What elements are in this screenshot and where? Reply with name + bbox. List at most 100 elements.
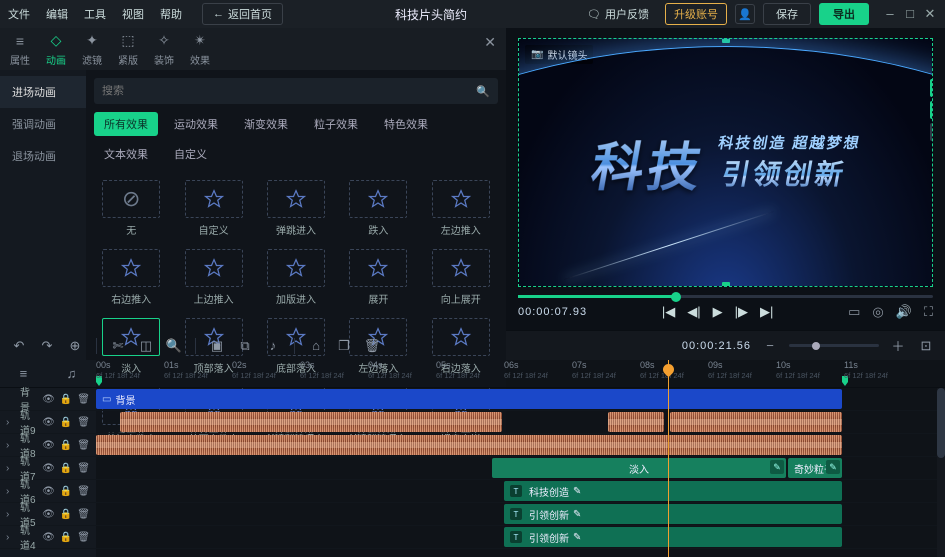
export-button[interactable]: 导出: [819, 3, 869, 25]
prev-keyframe-icon[interactable]: |◀: [662, 304, 675, 320]
filter-所有效果[interactable]: 所有效果: [94, 112, 158, 136]
maximize-icon[interactable]: □: [903, 6, 917, 22]
track-轨道6[interactable]: 科技创造✎: [96, 480, 945, 503]
tab-装饰[interactable]: ✧装饰: [150, 28, 178, 71]
zoom-out-icon[interactable]: −: [761, 337, 779, 355]
panel-close-icon[interactable]: ✕: [484, 34, 496, 51]
expand-icon[interactable]: ›: [6, 509, 14, 520]
effect-自定义[interactable]: 自定义: [176, 178, 250, 239]
volume-icon[interactable]: 🔊: [896, 304, 912, 320]
upgrade-button[interactable]: 升级账号: [665, 3, 727, 25]
clip-edit-icon[interactable]: ✎: [826, 460, 840, 474]
zoom-icon[interactable]: 🔍: [165, 337, 183, 355]
snapshot-icon[interactable]: ◎: [872, 304, 883, 320]
timeline-body[interactable]: 00s6f 12f 18f 24f01s6f 12f 18f 24f02s6f …: [96, 360, 945, 557]
clip-edit-icon[interactable]: ✎: [573, 486, 581, 497]
visibility-icon[interactable]: 👁: [42, 486, 55, 497]
visibility-icon[interactable]: 👁: [42, 417, 55, 428]
lock-icon[interactable]: 🔒: [60, 440, 72, 451]
filter-文本效果[interactable]: 文本效果: [94, 142, 158, 166]
effect-左边推入[interactable]: 左边推入: [424, 178, 498, 239]
filter-自定义[interactable]: 自定义: [164, 142, 217, 166]
menu-视图[interactable]: 视图: [122, 6, 144, 22]
filter-特色效果[interactable]: 特色效果: [374, 112, 438, 136]
effect-加版进入[interactable]: 加版进入: [259, 247, 333, 308]
redo-icon[interactable]: ↷: [38, 337, 56, 355]
menu-帮助[interactable]: 帮助: [160, 6, 182, 22]
expand-icon[interactable]: ›: [6, 463, 14, 474]
next-keyframe-icon[interactable]: ▶|: [760, 304, 773, 320]
delete-track-icon[interactable]: 🗑: [77, 463, 90, 474]
expand-icon[interactable]: ›: [6, 417, 14, 428]
fullscreen-icon[interactable]: ⛶: [924, 304, 933, 320]
clip[interactable]: [670, 412, 842, 432]
delete-track-icon[interactable]: 🗑: [77, 440, 90, 451]
close-icon[interactable]: ✕: [923, 6, 937, 22]
lock-tool-icon[interactable]: ⌂: [307, 337, 325, 355]
track-背景[interactable]: 背景: [96, 388, 945, 411]
resize-handle-top[interactable]: [722, 38, 730, 43]
copy-icon[interactable]: ❐: [335, 337, 353, 355]
effect-跌入[interactable]: 跌入: [341, 178, 415, 239]
target-icon[interactable]: ⊕: [66, 337, 84, 355]
sidenav-进场动画[interactable]: 进场动画: [0, 76, 86, 108]
filter-粒子效果[interactable]: 粒子效果: [304, 112, 368, 136]
delete-track-icon[interactable]: 🗑: [77, 417, 90, 428]
scrubber[interactable]: [518, 295, 933, 298]
lock-icon[interactable]: 🔒: [60, 532, 72, 543]
track-轨道8[interactable]: [96, 434, 945, 457]
audio-tool-icon[interactable]: ♪: [264, 337, 282, 355]
effect-无[interactable]: ⊘无: [94, 178, 168, 239]
expand-icon[interactable]: ›: [6, 532, 14, 543]
feedback-button[interactable]: 🗨用户反馈: [579, 4, 657, 24]
track-轨道9[interactable]: [96, 411, 945, 434]
clip[interactable]: 淡入✎: [492, 458, 786, 478]
lock-icon[interactable]: 🔒: [60, 394, 72, 405]
preview-viewport[interactable]: 📷默认镜头 ◧ ✎ 🔒 科技 科技创造 超越梦想 引领创新: [518, 38, 933, 287]
menu-文件[interactable]: 文件: [8, 6, 30, 22]
tab-紧版[interactable]: ⬚紧版: [114, 28, 142, 71]
cut-icon[interactable]: ✄: [109, 337, 127, 355]
visibility-icon[interactable]: 👁: [42, 532, 55, 543]
zoom-in-icon[interactable]: ＋: [889, 337, 907, 355]
aspect-icon[interactable]: ▭: [848, 304, 860, 320]
delete-track-icon[interactable]: 🗑: [77, 486, 90, 497]
effect-右边推入[interactable]: 右边推入: [94, 247, 168, 308]
play-icon[interactable]: ▶: [713, 304, 723, 320]
visibility-icon[interactable]: 👁: [42, 463, 55, 474]
clip-edit-icon[interactable]: ✎: [573, 509, 581, 520]
tab-滤镜[interactable]: ✦滤镜: [78, 28, 106, 71]
clip[interactable]: 引领创新✎: [504, 527, 842, 547]
lock-icon[interactable]: 🔒: [60, 486, 72, 497]
fit-icon[interactable]: ⊡: [917, 337, 935, 355]
track-settings-icon[interactable]: ≡: [20, 366, 28, 381]
effect-向上展开[interactable]: 向上展开: [424, 247, 498, 308]
track-轨道7[interactable]: 淡入✎奇妙粒子✎: [96, 457, 945, 480]
delete-icon[interactable]: 🗑: [363, 337, 381, 355]
lock-icon[interactable]: 🔒: [60, 509, 72, 520]
delete-track-icon[interactable]: 🗑: [77, 509, 90, 520]
transition-icon[interactable]: ⧉: [236, 337, 254, 355]
tab-属性[interactable]: ≡属性: [6, 28, 34, 71]
clip[interactable]: 科技创造✎: [504, 481, 842, 501]
expand-icon[interactable]: ›: [6, 440, 14, 451]
clip-edit-icon[interactable]: ✎: [573, 532, 581, 543]
visibility-icon[interactable]: 👁: [42, 440, 55, 451]
save-button[interactable]: 保存: [763, 3, 811, 25]
home-button[interactable]: ←返回首页: [202, 3, 283, 25]
sidenav-强调动画[interactable]: 强调动画: [0, 108, 86, 140]
clip[interactable]: [96, 435, 842, 455]
clip-edit-icon[interactable]: ✎: [770, 460, 784, 474]
timeline-scrollbar[interactable]: [937, 388, 945, 557]
filter-渐变效果[interactable]: 渐变效果: [234, 112, 298, 136]
clip[interactable]: [608, 412, 664, 432]
user-icon[interactable]: 👤: [735, 4, 755, 24]
crop-icon[interactable]: ◫: [137, 337, 155, 355]
track-轨道4[interactable]: 引领创新✎: [96, 526, 945, 549]
visibility-icon[interactable]: 👁: [42, 509, 55, 520]
clip[interactable]: 奇妙粒子✎: [788, 458, 842, 478]
menu-编辑[interactable]: 编辑: [46, 6, 68, 22]
ruler[interactable]: 00s6f 12f 18f 24f01s6f 12f 18f 24f02s6f …: [96, 360, 945, 388]
delete-track-icon[interactable]: 🗑: [77, 532, 90, 543]
step-back-icon[interactable]: ◀|: [687, 304, 700, 320]
